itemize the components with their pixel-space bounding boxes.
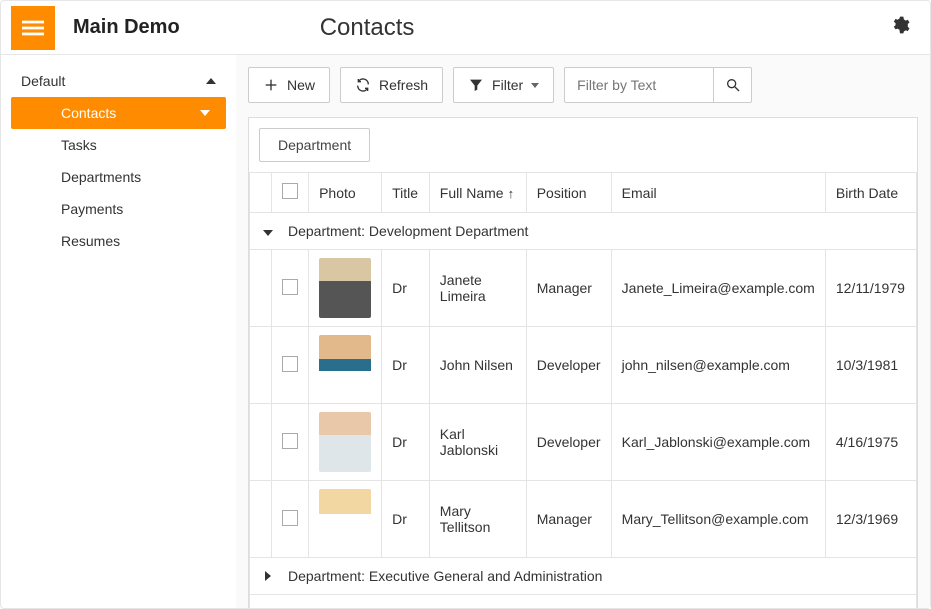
row-checkbox[interactable] — [282, 510, 298, 526]
cell-email: Karl_Jablonski@example.com — [611, 404, 825, 481]
sidebar-item-label: Contacts — [61, 105, 116, 121]
table-row[interactable]: Dr Janete Limeira Manager Janete_Limeira… — [250, 250, 917, 327]
plus-icon — [263, 77, 279, 93]
search-input[interactable] — [564, 67, 714, 103]
column-header-row: Photo Title Full Name↑ Position Email Bi… — [250, 173, 917, 213]
column-photo[interactable]: Photo — [309, 173, 382, 213]
column-full-name[interactable]: Full Name↑ — [429, 173, 526, 213]
cell-birth: 12/11/1979 — [825, 250, 916, 327]
sidebar-item-tasks[interactable]: Tasks — [1, 129, 236, 161]
cell-title: Dr — [382, 250, 430, 327]
cell-title: Dr — [382, 404, 430, 481]
group-expand-button[interactable] — [262, 568, 274, 584]
avatar — [319, 412, 371, 472]
menu-toggle-button[interactable] — [11, 6, 55, 50]
group-collapse-button[interactable] — [262, 223, 274, 239]
page-title: Contacts — [320, 14, 415, 42]
filter-button-label: Filter — [492, 77, 523, 93]
avatar — [319, 258, 371, 318]
chevron-up-icon — [206, 78, 216, 84]
group-label: Department: Inventory Management — [288, 605, 512, 608]
row-checkbox[interactable] — [282, 356, 298, 372]
sidebar-item-departments[interactable]: Departments — [1, 161, 236, 193]
search-box — [564, 67, 752, 103]
cell-position: Manager — [526, 250, 611, 327]
avatar — [319, 335, 371, 395]
cell-position: Developer — [526, 327, 611, 404]
avatar — [319, 489, 371, 549]
cell-email: Mary_Tellitson@example.com — [611, 481, 825, 558]
column-birth-date[interactable]: Birth Date — [825, 173, 916, 213]
sidebar-group-label: Default — [21, 73, 65, 89]
cell-email: john_nilsen@example.com — [611, 327, 825, 404]
group-expand-button[interactable] — [262, 605, 274, 608]
triangle-down-icon — [263, 230, 273, 236]
filter-button[interactable]: Filter — [453, 67, 554, 103]
cell-birth: 4/16/1975 — [825, 404, 916, 481]
app-title: Main Demo — [73, 16, 180, 39]
sidebar: Default Contacts Tasks Departments Payme… — [1, 55, 236, 608]
cell-full-name: John Nilsen — [429, 327, 526, 404]
select-all-checkbox[interactable] — [282, 183, 298, 199]
sidebar-item-payments[interactable]: Payments — [1, 193, 236, 225]
cell-birth: 12/3/1969 — [825, 481, 916, 558]
cell-birth: 10/3/1981 — [825, 327, 916, 404]
sidebar-item-contacts[interactable]: Contacts — [11, 97, 226, 129]
new-button[interactable]: New — [248, 67, 330, 103]
column-email[interactable]: Email — [611, 173, 825, 213]
cell-title: Dr — [382, 327, 430, 404]
group-label: Department: Development Department — [288, 223, 528, 239]
settings-button[interactable] — [890, 15, 910, 40]
cell-position: Developer — [526, 404, 611, 481]
cell-title: Dr — [382, 481, 430, 558]
new-button-label: New — [287, 77, 315, 93]
search-button[interactable] — [714, 67, 752, 103]
cell-email: Janete_Limeira@example.com — [611, 250, 825, 327]
column-select-all[interactable] — [271, 173, 308, 213]
triangle-right-icon — [265, 571, 271, 581]
column-expand — [250, 173, 272, 213]
table-row[interactable]: Dr John Nilsen Developer john_nilsen@exa… — [250, 327, 917, 404]
group-label: Department: Executive General and Admini… — [288, 568, 602, 584]
group-panel-chip[interactable]: Department — [259, 128, 370, 162]
refresh-button-label: Refresh — [379, 77, 428, 93]
table-row[interactable]: Dr Mary Tellitson Manager Mary_Tellitson… — [250, 481, 917, 558]
caret-down-icon — [531, 83, 539, 88]
gear-icon — [890, 15, 910, 35]
funnel-icon — [468, 77, 484, 93]
data-grid: Department Photo Title Full Name↑ Positi… — [248, 117, 918, 608]
sort-asc-icon: ↑ — [508, 186, 515, 201]
table-row[interactable]: Dr Karl Jablonski Developer Karl_Jablons… — [250, 404, 917, 481]
search-icon — [725, 77, 741, 93]
refresh-button[interactable]: Refresh — [340, 67, 443, 103]
column-position[interactable]: Position — [526, 173, 611, 213]
row-checkbox[interactable] — [282, 433, 298, 449]
cell-full-name: Janete Limeira — [429, 250, 526, 327]
column-title[interactable]: Title — [382, 173, 430, 213]
cell-full-name: Mary Tellitson — [429, 481, 526, 558]
toolbar: New Refresh Filter — [248, 67, 918, 103]
chevron-down-icon — [200, 110, 210, 116]
group-row[interactable]: Department: Executive General and Admini… — [250, 558, 917, 595]
cell-position: Manager — [526, 481, 611, 558]
cell-full-name: Karl Jablonski — [429, 404, 526, 481]
refresh-icon — [355, 77, 371, 93]
main-content: New Refresh Filter — [236, 55, 930, 608]
hamburger-icon — [22, 17, 44, 39]
group-row[interactable]: Department: Development Department — [250, 213, 917, 250]
app-header: Main Demo Contacts — [1, 1, 930, 55]
group-row[interactable]: Department: Inventory Management — [250, 595, 917, 609]
sidebar-group-header[interactable]: Default — [1, 65, 236, 97]
row-checkbox[interactable] — [282, 279, 298, 295]
sidebar-item-resumes[interactable]: Resumes — [1, 225, 236, 257]
